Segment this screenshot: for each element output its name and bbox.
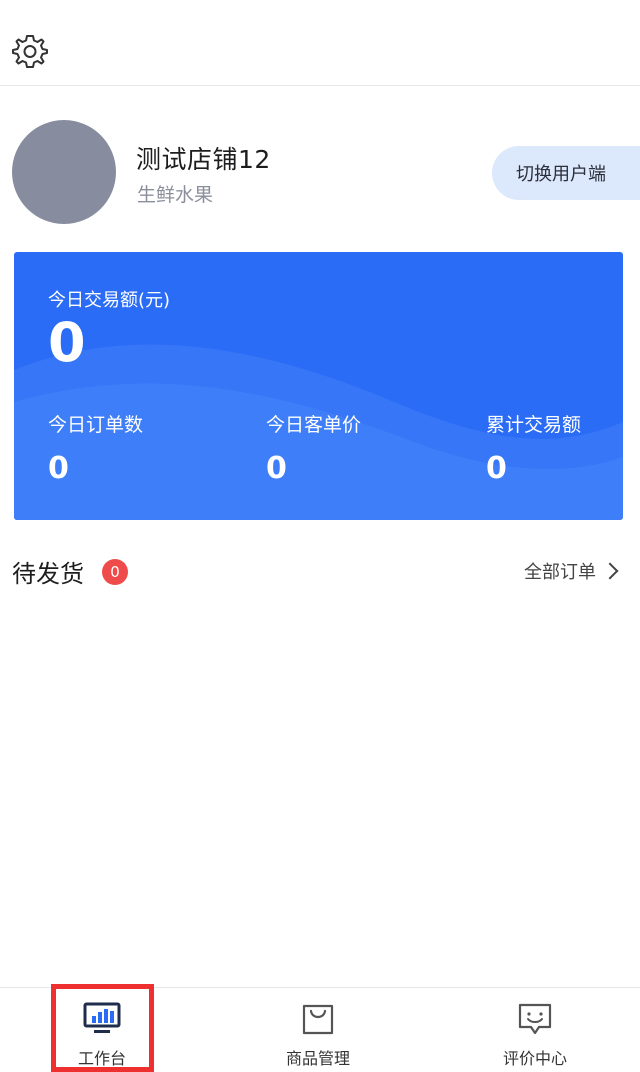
tab-product-management[interactable]: 商品管理 bbox=[238, 988, 398, 1072]
shop-name: 测试店铺12 bbox=[136, 145, 271, 174]
pending-shipment-row: 待发货 0 全部订单 bbox=[0, 548, 640, 592]
pending-count-badge: 0 bbox=[102, 559, 128, 585]
tab-review-center[interactable]: 评价中心 bbox=[455, 988, 615, 1072]
shop-category: 生鲜水果 bbox=[137, 184, 214, 206]
stat-label: 累计交易额 bbox=[486, 414, 582, 436]
stat-label: 今日客单价 bbox=[266, 414, 362, 436]
stat-value: 0 bbox=[486, 451, 507, 486]
stat-value: 0 bbox=[48, 451, 69, 486]
avatar[interactable] bbox=[12, 120, 116, 224]
stat-today-avg-price: 今日客单价 0 bbox=[266, 410, 446, 486]
chat-smile-icon bbox=[518, 1003, 552, 1035]
top-bar bbox=[0, 0, 640, 86]
chevron-right-icon bbox=[601, 562, 619, 580]
today-revenue-value: 0 bbox=[48, 311, 86, 374]
tab-label: 评价中心 bbox=[502, 1049, 567, 1068]
shopping-bag-icon bbox=[302, 1004, 334, 1035]
today-revenue-label: 今日交易额(元) bbox=[48, 290, 171, 311]
tab-label: 工作台 bbox=[77, 1049, 126, 1068]
gear-icon[interactable] bbox=[12, 33, 48, 69]
bottom-tab-bar: 工作台 商品管理 评价中心 bbox=[0, 987, 640, 1072]
stat-total-revenue: 累计交易额 0 bbox=[486, 410, 623, 486]
shop-profile: 测试店铺12 生鲜水果 切换用户端 bbox=[0, 110, 640, 230]
stat-value: 0 bbox=[266, 451, 287, 486]
switch-user-mode-button[interactable]: 切换用户端 bbox=[492, 146, 640, 200]
stat-label: 今日订单数 bbox=[48, 414, 144, 436]
tab-workbench[interactable]: 工作台 bbox=[22, 988, 182, 1072]
stats-card: 今日交易额(元) 0 今日订单数 0 今日客单价 0 累计交易额 0 bbox=[14, 252, 623, 520]
all-orders-link[interactable]: 全部订单 bbox=[524, 558, 619, 584]
stat-today-orders: 今日订单数 0 bbox=[48, 410, 228, 486]
all-orders-label: 全部订单 bbox=[524, 562, 596, 583]
pending-shipment-title: 待发货 bbox=[12, 560, 84, 588]
tab-label: 商品管理 bbox=[285, 1049, 350, 1068]
monitor-chart-icon bbox=[83, 1002, 121, 1033]
